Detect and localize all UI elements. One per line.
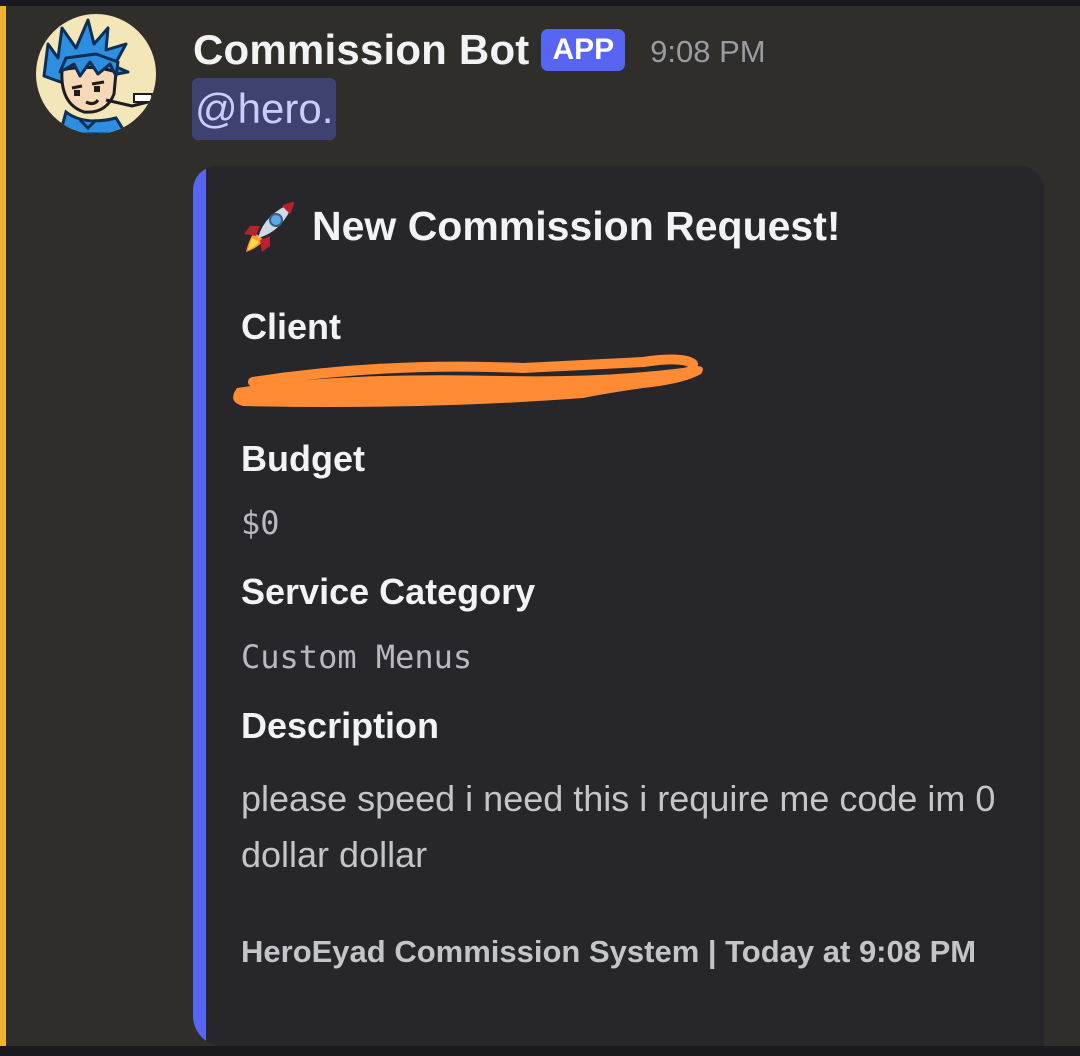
embed-card: New Commission Request! Client Budget $0… (193, 166, 1044, 1046)
message-header: Commission Bot APP 9:08 PM (193, 20, 766, 80)
embed-accent-stripe (193, 166, 206, 1046)
message-container: Commission Bot APP 9:08 PM @hero. New Co… (0, 6, 1080, 1046)
author-name[interactable]: Commission Bot (193, 26, 529, 74)
app-badge: APP (541, 29, 626, 71)
field-client-label: Client (241, 306, 342, 347)
field-category-label: Service Category (241, 571, 536, 612)
rocket-icon (244, 202, 294, 252)
message-timestamp[interactable]: 9:08 PM (650, 30, 765, 70)
cartoon-avatar-icon (42, 18, 153, 134)
embed-title-text: New Commission Request! (312, 202, 841, 249)
embed-title: New Commission Request! (240, 196, 841, 256)
mention-highlight-bar (0, 6, 6, 1046)
embed-footer: HeroEyad Commission System | Today at 9:… (241, 934, 977, 969)
field-budget-value: $0 (241, 504, 280, 542)
field-category-value: Custom Menus (241, 638, 473, 676)
field-budget-label: Budget (241, 438, 365, 479)
user-mention[interactable]: @hero. (192, 78, 337, 140)
redaction-scribble (233, 354, 703, 407)
bot-avatar[interactable] (36, 14, 156, 134)
field-description-label: Description (241, 705, 440, 746)
field-description-value: please speed i need this i require me co… (241, 778, 996, 875)
